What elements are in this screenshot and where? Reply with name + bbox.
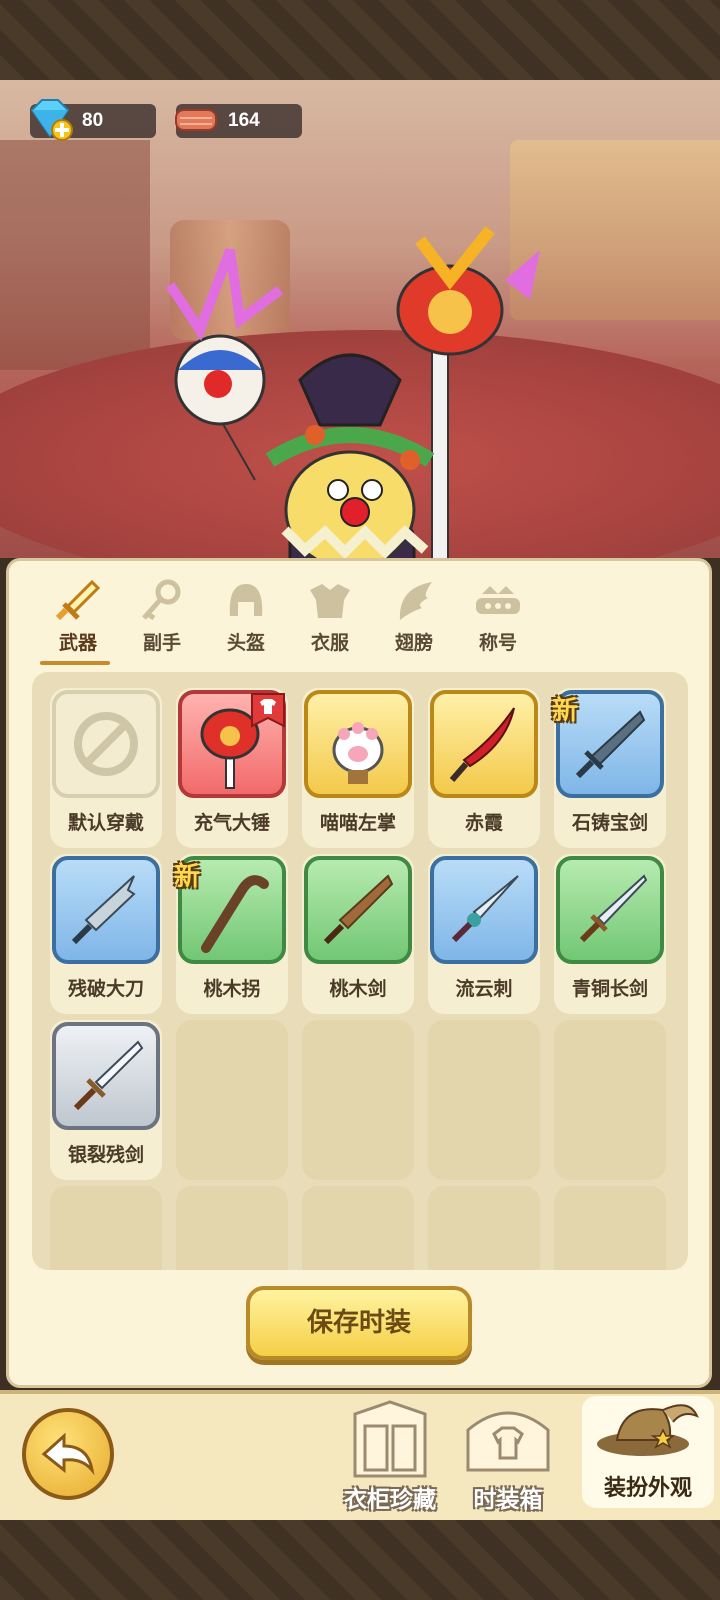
item-label: 流云刺 — [455, 979, 513, 1000]
cat-paw-icon — [332, 722, 384, 784]
tab-offhand[interactable]: 副手 — [124, 578, 200, 662]
item-label: 充气大锤 — [193, 813, 270, 834]
top-frame — [0, 0, 720, 80]
wardrobe-icon — [353, 1400, 427, 1478]
tab-label: 武器 — [58, 633, 97, 654]
item-cell[interactable]: 喵喵左掌 — [302, 688, 414, 848]
item-label: 默认穿戴 — [67, 813, 144, 834]
diamond-value: 80 — [82, 110, 104, 131]
item-label: 银裂残剑 — [67, 1145, 144, 1166]
helmet-icon — [229, 584, 263, 616]
item-tile — [556, 856, 664, 964]
new-badge: 新 — [552, 695, 579, 725]
item-label: 青铜长剑 — [571, 979, 648, 1000]
item-label: 桃木剑 — [329, 979, 387, 1000]
wing-icon — [399, 582, 432, 620]
empty-slot — [176, 1020, 288, 1180]
tab-label: 头盔 — [226, 633, 265, 654]
empty-slot — [302, 1020, 414, 1180]
armor-icon — [310, 584, 350, 618]
tab-weapon[interactable]: 武器 — [40, 578, 116, 662]
broken-broadsword-icon — [71, 875, 136, 945]
fashion-box-icon — [466, 1411, 550, 1472]
sword-icon — [55, 579, 101, 621]
tab-label: 副手 — [142, 633, 181, 654]
character-scene: 80 164 — [0, 80, 720, 558]
item-label: 赤霞 — [464, 813, 503, 834]
item-cell[interactable]: 默认穿戴 — [50, 688, 162, 848]
tab-label: 衣服 — [310, 633, 349, 654]
item-label: 桃木拐 — [203, 979, 261, 1000]
dress-up-tab[interactable]: 装扮外观 — [582, 1396, 714, 1508]
cloud-dagger-icon — [451, 875, 519, 943]
peach-sword-icon — [323, 874, 394, 945]
bronze-longsword-icon — [579, 874, 648, 943]
character-preview — [165, 226, 540, 558]
item-cell[interactable]: 流云刺 — [428, 854, 540, 1014]
tab-wings[interactable]: 翅膀 — [376, 578, 452, 662]
tab-title[interactable]: 称号 — [460, 578, 536, 662]
empty-slot — [50, 1186, 162, 1270]
item-label: 石铸宝剑 — [571, 813, 648, 834]
tab-label: 翅膀 — [394, 633, 433, 654]
save-outfit-button[interactable]: 保存时装 — [246, 1286, 472, 1360]
new-badge: 新 — [174, 861, 201, 891]
empty-slot — [554, 1020, 666, 1180]
tab-label: 称号 — [478, 633, 517, 654]
item-tile — [304, 690, 412, 798]
fashion-box-tab[interactable]: 时装箱 — [438, 1400, 578, 1512]
tab-clothes[interactable]: 衣服 — [292, 578, 368, 662]
item-tile — [52, 856, 160, 964]
equipped-shirt-icon — [251, 693, 285, 728]
item-tile — [430, 690, 538, 798]
item-tile — [52, 1022, 160, 1130]
item-tile — [304, 856, 412, 964]
diamond-plus-icon[interactable] — [26, 98, 74, 142]
material-value: 164 — [228, 110, 260, 131]
red-blade-icon — [449, 707, 515, 782]
empty-slot — [302, 1186, 414, 1270]
bottom-frame — [0, 1520, 720, 1600]
empty-slot — [554, 1186, 666, 1270]
item-cell[interactable]: 残破大刀 — [50, 854, 162, 1014]
tab-helmet[interactable]: 头盔 — [208, 578, 284, 662]
silver-cracked-sword-icon — [73, 1040, 144, 1111]
empty-slot — [428, 1020, 540, 1180]
item-grid: 默认穿戴 充气大锤 喵喵左掌 赤霞 石铸宝剑 残破大刀 桃木拐 桃木剑 流云刺 … — [32, 672, 688, 1270]
back-button[interactable] — [22, 1408, 114, 1500]
nav-label: 装扮外观 — [603, 1475, 692, 1500]
item-cell[interactable]: 赤霞 — [428, 688, 540, 848]
cloth-roll-icon — [175, 109, 217, 131]
material-counter[interactable]: 164 — [175, 104, 302, 138]
item-label: 喵喵左掌 — [319, 813, 396, 834]
item-tile — [430, 856, 538, 964]
key-icon — [142, 579, 181, 621]
item-cell[interactable]: 银裂残剑 — [50, 1020, 162, 1180]
diamond-counter[interactable]: 80 — [30, 99, 156, 141]
empty-slot — [176, 1186, 288, 1270]
category-tabs: 武器 副手 头盔 衣服 翅膀 称号 — [30, 578, 550, 668]
crown-banner-icon — [476, 586, 520, 614]
active-tab-indicator — [40, 661, 110, 665]
nav-label: 时装箱 — [473, 1486, 543, 1512]
item-label: 残破大刀 — [67, 979, 144, 1000]
feather-hat-icon — [597, 1404, 699, 1456]
empty-slot — [428, 1186, 540, 1270]
back-arrow-icon — [41, 1432, 95, 1476]
item-cell[interactable]: 桃木剑 — [302, 854, 414, 1014]
none-icon — [74, 712, 138, 776]
item-cell[interactable]: 青铜长剑 — [554, 854, 666, 1014]
item-tile — [52, 690, 160, 798]
